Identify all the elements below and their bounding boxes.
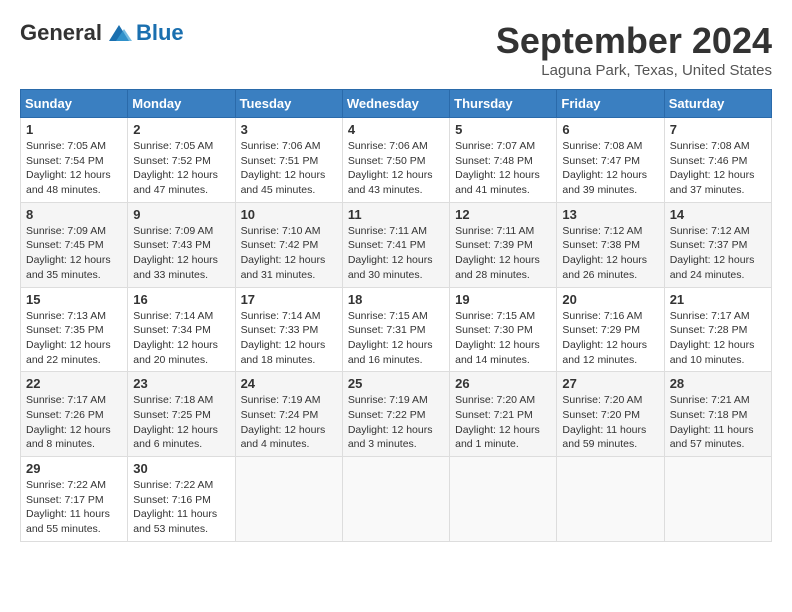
weekday-header-saturday: Saturday bbox=[664, 90, 771, 118]
calendar-week-3: 22Sunrise: 7:17 AMSunset: 7:26 PMDayligh… bbox=[21, 372, 772, 457]
calendar-day-1: 1Sunrise: 7:05 AMSunset: 7:54 PMDaylight… bbox=[21, 118, 128, 203]
weekday-header-monday: Monday bbox=[128, 90, 235, 118]
weekday-header-friday: Friday bbox=[557, 90, 664, 118]
calendar-day-11: 11Sunrise: 7:11 AMSunset: 7:41 PMDayligh… bbox=[342, 202, 449, 287]
location: Laguna Park, Texas, United States bbox=[496, 62, 772, 79]
calendar-day-2: 2Sunrise: 7:05 AMSunset: 7:52 PMDaylight… bbox=[128, 118, 235, 203]
calendar-week-4: 29Sunrise: 7:22 AMSunset: 7:17 PMDayligh… bbox=[21, 457, 772, 542]
calendar-day-20: 20Sunrise: 7:16 AMSunset: 7:29 PMDayligh… bbox=[557, 287, 664, 372]
weekday-header-sunday: Sunday bbox=[21, 90, 128, 118]
weekday-header-wednesday: Wednesday bbox=[342, 90, 449, 118]
calendar-day-4: 4Sunrise: 7:06 AMSunset: 7:50 PMDaylight… bbox=[342, 118, 449, 203]
title-section: September 2024 Laguna Park, Texas, Unite… bbox=[496, 20, 772, 79]
calendar-day-30: 30Sunrise: 7:22 AMSunset: 7:16 PMDayligh… bbox=[128, 457, 235, 542]
calendar-day-19: 19Sunrise: 7:15 AMSunset: 7:30 PMDayligh… bbox=[450, 287, 557, 372]
calendar-day-10: 10Sunrise: 7:10 AMSunset: 7:42 PMDayligh… bbox=[235, 202, 342, 287]
calendar-day-27: 27Sunrise: 7:20 AMSunset: 7:20 PMDayligh… bbox=[557, 372, 664, 457]
logo-blue: Blue bbox=[136, 20, 184, 46]
calendar-day-21: 21Sunrise: 7:17 AMSunset: 7:28 PMDayligh… bbox=[664, 287, 771, 372]
logo-general: General bbox=[20, 20, 102, 46]
calendar-week-2: 15Sunrise: 7:13 AMSunset: 7:35 PMDayligh… bbox=[21, 287, 772, 372]
calendar-day-25: 25Sunrise: 7:19 AMSunset: 7:22 PMDayligh… bbox=[342, 372, 449, 457]
calendar-day-6: 6Sunrise: 7:08 AMSunset: 7:47 PMDaylight… bbox=[557, 118, 664, 203]
calendar-week-0: 1Sunrise: 7:05 AMSunset: 7:54 PMDaylight… bbox=[21, 118, 772, 203]
calendar-day-7: 7Sunrise: 7:08 AMSunset: 7:46 PMDaylight… bbox=[664, 118, 771, 203]
empty-cell bbox=[450, 457, 557, 542]
page-header: General Blue September 2024 Laguna Park,… bbox=[20, 20, 772, 79]
empty-cell bbox=[342, 457, 449, 542]
calendar-day-5: 5Sunrise: 7:07 AMSunset: 7:48 PMDaylight… bbox=[450, 118, 557, 203]
calendar-day-16: 16Sunrise: 7:14 AMSunset: 7:34 PMDayligh… bbox=[128, 287, 235, 372]
calendar-day-17: 17Sunrise: 7:14 AMSunset: 7:33 PMDayligh… bbox=[235, 287, 342, 372]
month-title: September 2024 bbox=[496, 20, 772, 62]
empty-cell bbox=[235, 457, 342, 542]
calendar-week-1: 8Sunrise: 7:09 AMSunset: 7:45 PMDaylight… bbox=[21, 202, 772, 287]
calendar-day-9: 9Sunrise: 7:09 AMSunset: 7:43 PMDaylight… bbox=[128, 202, 235, 287]
calendar-day-28: 28Sunrise: 7:21 AMSunset: 7:18 PMDayligh… bbox=[664, 372, 771, 457]
empty-cell bbox=[557, 457, 664, 542]
calendar-day-23: 23Sunrise: 7:18 AMSunset: 7:25 PMDayligh… bbox=[128, 372, 235, 457]
empty-cell bbox=[664, 457, 771, 542]
calendar-day-22: 22Sunrise: 7:17 AMSunset: 7:26 PMDayligh… bbox=[21, 372, 128, 457]
calendar-day-12: 12Sunrise: 7:11 AMSunset: 7:39 PMDayligh… bbox=[450, 202, 557, 287]
calendar-day-13: 13Sunrise: 7:12 AMSunset: 7:38 PMDayligh… bbox=[557, 202, 664, 287]
calendar-day-24: 24Sunrise: 7:19 AMSunset: 7:24 PMDayligh… bbox=[235, 372, 342, 457]
weekday-header-tuesday: Tuesday bbox=[235, 90, 342, 118]
calendar-day-8: 8Sunrise: 7:09 AMSunset: 7:45 PMDaylight… bbox=[21, 202, 128, 287]
calendar-day-26: 26Sunrise: 7:20 AMSunset: 7:21 PMDayligh… bbox=[450, 372, 557, 457]
logo: General Blue bbox=[20, 20, 184, 46]
calendar-table: SundayMondayTuesdayWednesdayThursdayFrid… bbox=[20, 89, 772, 542]
calendar-day-3: 3Sunrise: 7:06 AMSunset: 7:51 PMDaylight… bbox=[235, 118, 342, 203]
calendar-day-29: 29Sunrise: 7:22 AMSunset: 7:17 PMDayligh… bbox=[21, 457, 128, 542]
logo-icon bbox=[104, 21, 134, 45]
calendar-day-15: 15Sunrise: 7:13 AMSunset: 7:35 PMDayligh… bbox=[21, 287, 128, 372]
calendar-day-18: 18Sunrise: 7:15 AMSunset: 7:31 PMDayligh… bbox=[342, 287, 449, 372]
calendar-day-14: 14Sunrise: 7:12 AMSunset: 7:37 PMDayligh… bbox=[664, 202, 771, 287]
weekday-header-thursday: Thursday bbox=[450, 90, 557, 118]
weekday-header-row: SundayMondayTuesdayWednesdayThursdayFrid… bbox=[21, 90, 772, 118]
